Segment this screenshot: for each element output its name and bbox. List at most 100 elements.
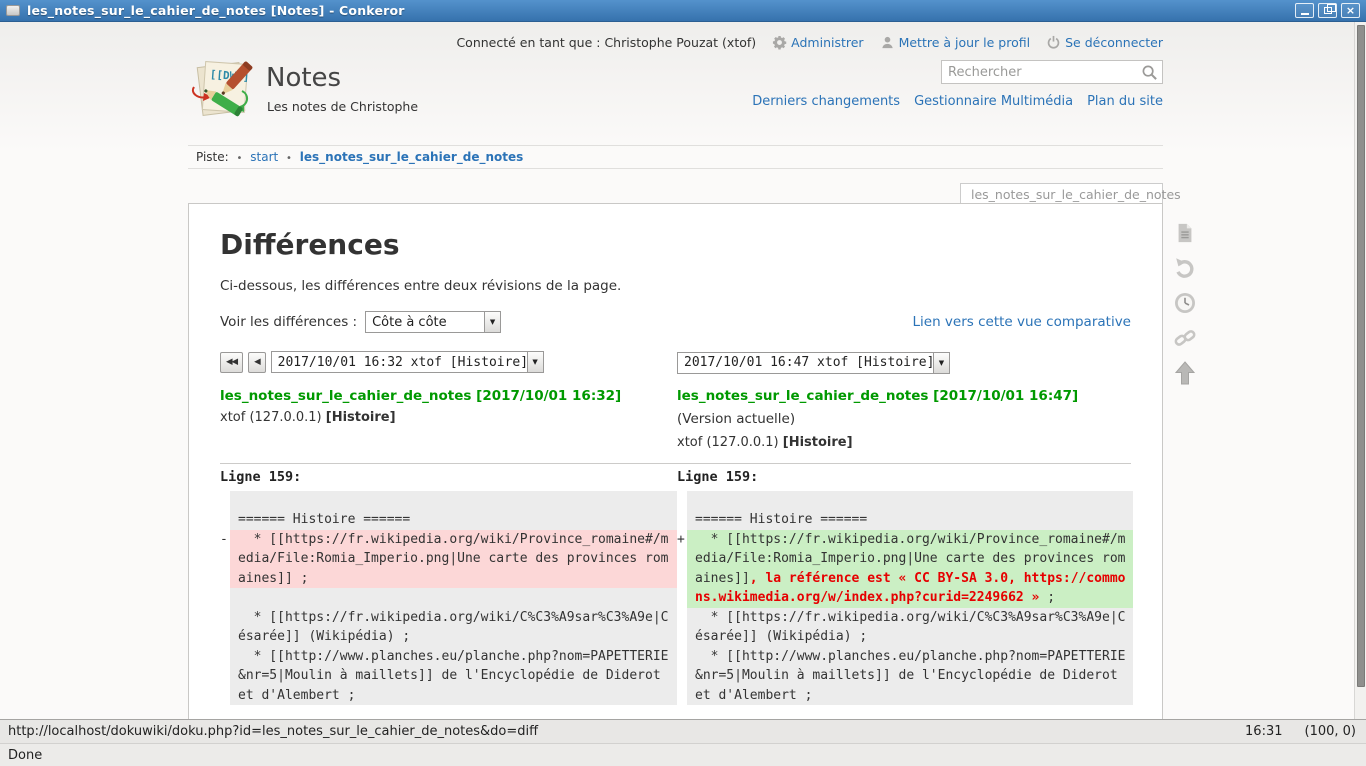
previous-revision-button[interactable]: ◀ — [248, 352, 266, 373]
status-scroll-position: (100, 0) — [1305, 724, 1357, 739]
arrow-up-icon — [1173, 360, 1197, 386]
first-revision-button[interactable]: ◀◀ — [220, 352, 243, 373]
power-icon — [1046, 35, 1061, 50]
search-icon[interactable] — [1141, 64, 1158, 81]
dokuwiki-logo[interactable]: [[DW]] — [188, 57, 260, 123]
diff-line — [230, 588, 677, 608]
diff-block-row: ====== Histoire ====== — [220, 491, 677, 530]
diff-line: * [[https://fr.wikipedia.org/wiki/C%C3%A… — [230, 608, 677, 647]
gear-icon — [772, 35, 787, 50]
diff-line: * [[https://fr.wikipedia.org/wiki/C%C3%A… — [687, 608, 1133, 647]
status-clock: 16:31 — [1245, 724, 1282, 739]
diff-line — [687, 491, 1133, 511]
old-revision-title-link[interactable]: les_notes_sur_le_cahier_de_notes [2017/1… — [220, 388, 621, 404]
diff-marker: + — [677, 530, 687, 550]
site-header: [[DW]] Notes Les note — [188, 57, 1163, 139]
recent-changes-link[interactable]: Derniers changements — [752, 94, 900, 109]
link-icon — [1173, 326, 1197, 350]
revert-button[interactable] — [1172, 255, 1198, 281]
minimize-button[interactable] — [1295, 3, 1314, 18]
breadcrumb-label: Piste: — [196, 150, 229, 164]
breadcrumb-separator: • — [282, 153, 296, 164]
status-message: Done — [8, 748, 42, 763]
user-bar: Connecté en tant que : Christophe Pouzat… — [188, 29, 1163, 55]
breadcrumb-current-link[interactable]: les_notes_sur_le_cahier_de_notes — [300, 150, 524, 164]
page-title: Différences — [220, 228, 1131, 261]
window-titlebar: les_notes_sur_le_cahier_de_notes [Notes]… — [0, 0, 1366, 22]
diff-block-row: * [[https://fr.wikipedia.org/wiki/C%C3%A… — [677, 608, 1133, 706]
previous-revision-icon: ◀ — [254, 357, 260, 367]
diff-line: ====== Histoire ====== — [230, 510, 677, 530]
logged-in-text: Connecté en tant que : Christophe Pouzat… — [456, 35, 756, 50]
backlinks-button[interactable] — [1172, 325, 1198, 351]
breadcrumb: Piste: • start • les_notes_sur_le_cahier… — [188, 145, 1163, 169]
diff-block-row: ====== Histoire ====== — [677, 491, 1133, 530]
new-diff-column: ====== Histoire ======+ * [[https://fr.w… — [677, 491, 1133, 706]
window-icon — [6, 5, 20, 16]
quicklinks: Derniers changements Gestionnaire Multim… — [752, 94, 1163, 109]
close-button[interactable]: × — [1341, 3, 1360, 18]
old-revision-meta: xtof (127.0.0.1) [Histoire] — [220, 408, 677, 428]
chevron-down-icon: ▼ — [933, 353, 949, 373]
new-line-header: Ligne 159: — [677, 469, 1133, 485]
old-revisions-button[interactable] — [1172, 290, 1198, 316]
admin-link[interactable]: Administrer — [772, 35, 863, 50]
new-revision-meta: xtof (127.0.0.1) [Histoire] — [677, 433, 1133, 453]
new-revision-title-link[interactable]: les_notes_sur_le_cahier_de_notes [2017/1… — [677, 388, 1078, 404]
show-page-button[interactable] — [1172, 220, 1198, 246]
status-bar: http://localhost/dokuwiki/doku.php?id=le… — [0, 719, 1366, 766]
view-differences-label: Voir les différences : — [220, 314, 357, 330]
diff-table: Ligne 159: ====== Histoire ======- * [[h… — [220, 463, 1131, 706]
diff-marker: - — [220, 530, 230, 550]
breadcrumb-start-link[interactable]: start — [250, 150, 278, 164]
close-icon: × — [1346, 5, 1355, 16]
current-version-note: (Version actuelle) — [677, 409, 1133, 429]
admin-link-label: Administrer — [791, 35, 863, 50]
logout-link[interactable]: Se déconnecter — [1046, 35, 1163, 50]
diff-line: * [[https://fr.wikipedia.org/wiki/Provin… — [230, 530, 677, 589]
compare-view-link[interactable]: Lien vers cette vue comparative — [913, 314, 1132, 330]
diff-line — [230, 491, 677, 511]
content-card: Différences Ci-dessous, les différences … — [188, 203, 1163, 719]
document-icon — [1174, 221, 1196, 245]
search-input[interactable] — [941, 60, 1163, 84]
logout-label: Se déconnecter — [1065, 35, 1163, 50]
site-tagline: Les notes de Christophe — [267, 99, 418, 114]
back-to-top-button[interactable] — [1172, 360, 1198, 386]
update-profile-link[interactable]: Mettre à jour le profil — [880, 35, 1031, 50]
chevron-down-icon: ▼ — [484, 312, 500, 332]
diff-block-row: * [[https://fr.wikipedia.org/wiki/C%C3%A… — [220, 588, 677, 705]
old-revision-select[interactable]: 2017/10/01 16:32 xtof [Histoire] ▼ — [271, 351, 544, 373]
page-name-tab[interactable]: les_notes_sur_le_cahier_de_notes — [960, 183, 1163, 203]
update-profile-label: Mettre à jour le profil — [899, 35, 1031, 50]
first-revision-icon: ◀◀ — [226, 357, 237, 367]
site-title[interactable]: Notes — [266, 63, 341, 93]
browser-viewport: Connecté en tant que : Christophe Pouzat… — [0, 22, 1366, 719]
diff-view-select[interactable]: Côte à côte ▼ — [365, 311, 501, 333]
clock-icon — [1173, 291, 1197, 315]
diff-line: ====== Histoire ====== — [687, 510, 1133, 530]
old-diff-column: ====== Histoire ======- * [[https://fr.w… — [220, 491, 677, 706]
user-icon — [880, 35, 895, 50]
diff-block-row: - * [[https://fr.wikipedia.org/wiki/Prov… — [220, 530, 677, 589]
scrollbar-thumb[interactable] — [1357, 25, 1365, 687]
diff-added-highlight: , la référence est « CC BY-SA 3.0, https… — [695, 571, 1125, 606]
restore-icon — [1324, 7, 1332, 14]
vertical-scrollbar[interactable] — [1354, 22, 1366, 719]
chevron-down-icon: ▼ — [527, 352, 543, 372]
diff-line: * [[https://fr.wikipedia.org/wiki/Provin… — [687, 530, 1133, 608]
breadcrumb-separator: • — [233, 153, 247, 164]
old-line-header: Ligne 159: — [220, 469, 677, 485]
search-box — [941, 60, 1163, 84]
sitemap-link[interactable]: Plan du site — [1087, 94, 1163, 109]
status-url: http://localhost/dokuwiki/doku.php?id=le… — [8, 724, 1245, 739]
diff-line: * [[http://www.planches.eu/planche.php?n… — [230, 647, 677, 706]
diff-block-row: + * [[https://fr.wikipedia.org/wiki/Prov… — [677, 530, 1133, 608]
new-revision-select[interactable]: 2017/10/01 16:47 xtof [Histoire] ▼ — [677, 352, 950, 374]
media-manager-link[interactable]: Gestionnaire Multimédia — [914, 94, 1073, 109]
undo-icon — [1173, 256, 1197, 280]
restore-button[interactable] — [1318, 3, 1337, 18]
diff-line: * [[http://www.planches.eu/planche.php?n… — [687, 647, 1133, 706]
minimize-icon — [1301, 13, 1309, 15]
diff-intro-text: Ci-dessous, les différences entre deux r… — [220, 278, 1131, 294]
